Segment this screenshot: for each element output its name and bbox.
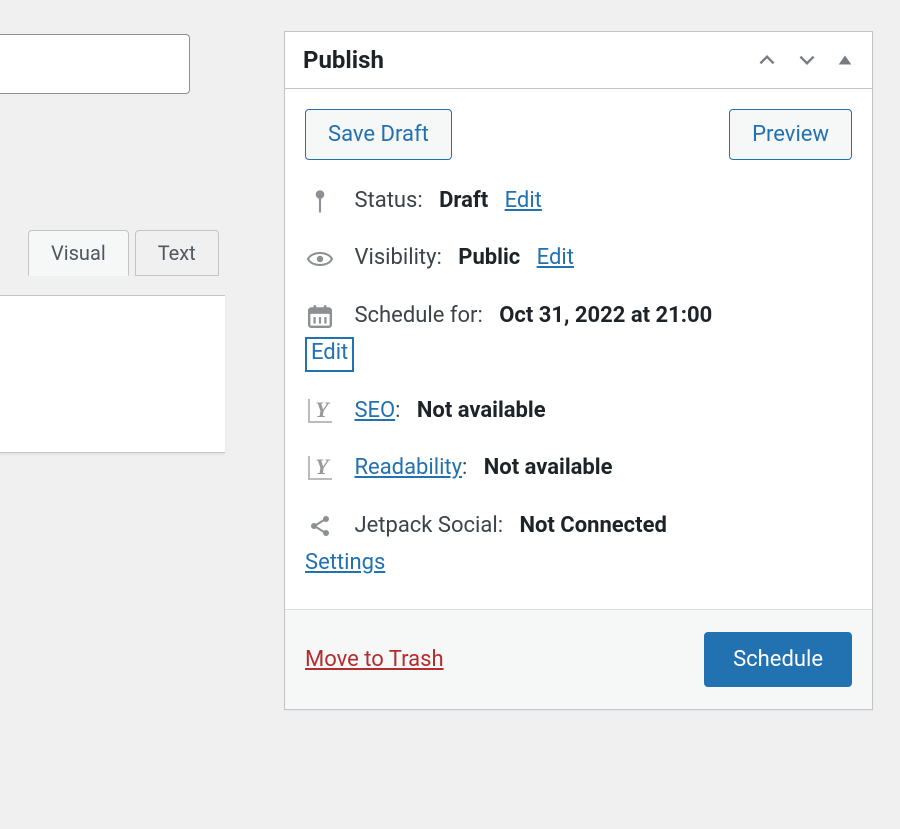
preview-button[interactable]: Preview xyxy=(729,109,852,160)
schedule-label: Schedule for: xyxy=(354,303,482,328)
yoast-icon: Y xyxy=(305,398,335,424)
eye-icon xyxy=(305,246,335,272)
jetpack-label: Jetpack Social: xyxy=(354,513,503,538)
pin-icon xyxy=(305,188,335,214)
readability-value: Not available xyxy=(484,455,613,480)
seo-value: Not available xyxy=(417,398,546,423)
yoast-icon: Y xyxy=(305,455,335,481)
readability-link[interactable]: Readability xyxy=(354,455,462,480)
visibility-row: Visibility: Public Edit xyxy=(305,239,852,276)
jetpack-row: Jetpack Social: Not Connected Settings xyxy=(305,507,852,582)
visibility-value: Public xyxy=(458,245,520,270)
jetpack-value: Not Connected xyxy=(519,513,666,538)
jetpack-settings-link[interactable]: Settings xyxy=(305,550,385,575)
schedule-row: Schedule for: Oct 31, 2022 at 21:00 Edit xyxy=(305,297,852,372)
panel-move-up-icon[interactable] xyxy=(756,49,778,71)
tab-text[interactable]: Text xyxy=(135,230,219,276)
publish-button-row: Save Draft Preview xyxy=(305,109,852,160)
status-value: Draft xyxy=(439,188,488,213)
share-icon xyxy=(305,513,335,539)
readability-row: Y Readability: Not available xyxy=(305,449,852,486)
visibility-edit-link[interactable]: Edit xyxy=(537,245,574,270)
publish-panel: Publish Save Draft Preview Stat xyxy=(284,31,873,710)
status-edit-link[interactable]: Edit xyxy=(505,188,542,213)
post-title-input[interactable] xyxy=(0,34,190,94)
schedule-value: Oct 31, 2022 at 21:00 xyxy=(499,303,712,328)
tab-visual[interactable]: Visual xyxy=(28,230,129,276)
status-label: Status: xyxy=(354,188,422,213)
seo-link[interactable]: SEO xyxy=(354,398,395,423)
readability-sep: : xyxy=(462,455,467,480)
publish-panel-header: Publish xyxy=(285,32,872,89)
schedule-edit-link[interactable]: Edit xyxy=(305,337,354,372)
schedule-button[interactable]: Schedule xyxy=(704,632,852,687)
calendar-icon xyxy=(305,303,335,329)
status-row: Status: Draft Edit xyxy=(305,182,852,219)
move-to-trash-link[interactable]: Move to Trash xyxy=(305,647,444,672)
panel-move-down-icon[interactable] xyxy=(796,49,818,71)
editor-body[interactable] xyxy=(0,295,225,453)
publish-footer: Move to Trash Schedule xyxy=(285,609,872,709)
seo-sep: : xyxy=(395,398,400,423)
save-draft-button[interactable]: Save Draft xyxy=(305,109,452,160)
editor-tab-bar: Visual Text xyxy=(28,230,219,276)
seo-row: Y SEO: Not available xyxy=(305,392,852,429)
publish-panel-title: Publish xyxy=(303,46,384,74)
visibility-label: Visibility: xyxy=(354,245,441,270)
panel-collapse-icon[interactable] xyxy=(836,51,854,69)
